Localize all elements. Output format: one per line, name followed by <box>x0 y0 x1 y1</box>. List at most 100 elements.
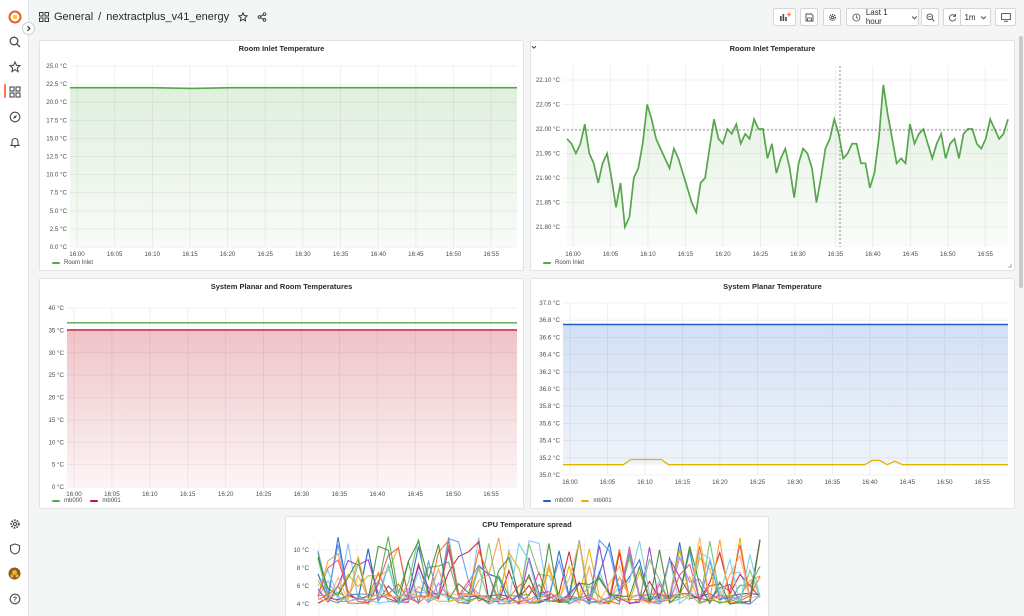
alerting-icon[interactable] <box>7 134 22 149</box>
y-tick-label: 21.90 °C <box>536 175 561 182</box>
x-tick-label: 16:15 <box>180 491 196 498</box>
refresh-icon <box>948 13 956 21</box>
y-tick-label: 0 °C <box>52 484 65 491</box>
y-tick-label: 25 °C <box>48 372 64 379</box>
y-tick-label: 21.80 °C <box>536 224 561 231</box>
graph-room-inlet: 25.0 °C 22.5 °C 20.0 °C 17.5 °C 15.0 °C 12.5 … <box>46 63 517 258</box>
y-tick-label: 25.0 °C <box>46 63 67 70</box>
legend-label: Room Inlet <box>555 260 585 266</box>
series-area <box>563 324 1008 465</box>
save-dashboard-button[interactable] <box>800 8 818 26</box>
y-tick-label: 35.8 °C <box>539 403 560 410</box>
legend-swatch <box>581 500 590 502</box>
legend: mb000 mb001 <box>52 498 129 504</box>
refresh-interval-picker[interactable]: 1m <box>960 8 991 26</box>
scrollbar-thumb[interactable] <box>1019 36 1023 288</box>
panel-room-inlet-temperature[interactable]: Room Inlet Temperature 25.0 °C 22.5 °C 20.… <box>39 40 524 271</box>
x-tick-label: 16:45 <box>903 251 919 258</box>
panel-system-planar-and-room-temperatures[interactable]: System Planar and Room Temperatures 40 °… <box>39 278 524 509</box>
legend-label: mb001 <box>102 498 121 504</box>
x-tick-label: 16:05 <box>104 491 120 498</box>
legend-item[interactable]: mb000 <box>543 498 573 504</box>
x-tick-label: 16:30 <box>295 251 311 258</box>
search-icon[interactable] <box>7 34 22 49</box>
chevron-down-icon <box>980 15 986 20</box>
clock-icon <box>852 13 861 21</box>
help-icon[interactable]: ? <box>7 591 22 606</box>
x-tick-label: 16:30 <box>294 491 310 498</box>
dashboards-icon <box>39 12 49 22</box>
x-tick-label: 16:20 <box>712 479 728 486</box>
y-tick-label: 40 °C <box>48 305 64 312</box>
dashboard-settings-button[interactable] <box>823 8 841 26</box>
panel-room-inlet-temperature-zoomed[interactable]: Room Inlet Temperature 22.10 °C 22.05 °C 2… <box>530 40 1015 271</box>
y-tick-label: 5 °C <box>52 462 65 469</box>
y-tick-label: 35.6 °C <box>539 420 560 427</box>
grafana-logo-icon[interactable] <box>7 9 22 24</box>
graph-system-planar: 37.0 °C 36.8 °C 36.6 °C 36.4 °C 36.2 °C 36.0 … <box>539 300 1008 486</box>
x-tick-label: 16:25 <box>750 479 766 486</box>
y-tick-label: 36.4 °C <box>539 352 560 359</box>
x-tick-label: 16:45 <box>408 251 424 258</box>
x-tick-label: 16:20 <box>218 491 234 498</box>
legend: Room Inlet <box>52 260 101 266</box>
x-tick-label: 16:35 <box>332 491 348 498</box>
y-tick-label: 2.5 °C <box>50 226 68 233</box>
y-tick-label: 36.0 °C <box>539 386 560 393</box>
y-tick-label: 35.2 °C <box>539 455 560 462</box>
y-tick-label: 8 °C <box>297 565 310 572</box>
breadcrumb-folder[interactable]: General <box>54 11 93 23</box>
avatar[interactable] <box>7 566 22 581</box>
resize-handle-icon[interactable] <box>1007 263 1013 269</box>
x-tick-label: 16:05 <box>603 251 619 258</box>
x-tick-label: 16:50 <box>446 251 462 258</box>
star-icon[interactable] <box>7 59 22 74</box>
x-tick-label: 16:35 <box>825 479 841 486</box>
shield-icon[interactable] <box>7 541 22 556</box>
x-tick-label: 16:10 <box>637 479 653 486</box>
time-range-picker[interactable]: Last 1 hour <box>846 8 919 26</box>
legend-item[interactable]: Room Inlet <box>52 260 93 266</box>
y-tick-label: 6 °C <box>297 583 310 590</box>
x-tick-label: 16:05 <box>107 251 123 258</box>
x-tick-label: 16:25 <box>753 251 769 258</box>
x-tick-label: 16:30 <box>787 479 803 486</box>
star-icon[interactable] <box>238 12 249 22</box>
y-tick-label: 12.5 °C <box>46 154 67 161</box>
series-area <box>67 329 517 487</box>
x-tick-label: 16:50 <box>445 491 461 498</box>
gear-icon[interactable] <box>7 516 22 531</box>
legend-item[interactable]: mb000 <box>52 498 82 504</box>
view-mode-button[interactable] <box>995 8 1016 26</box>
zoom-out-button[interactable] <box>921 8 939 26</box>
legend-item[interactable]: mb001 <box>90 498 121 504</box>
dashboard-title[interactable]: nextractplus_v41_energy <box>106 11 229 23</box>
x-tick-label: 16:00 <box>562 479 578 486</box>
breadcrumb-separator: / <box>98 11 102 23</box>
x-tick-label: 16:55 <box>483 491 499 498</box>
time-range-label: Last 1 hour <box>865 8 888 26</box>
active-indicator <box>4 84 6 98</box>
sidebar: ? <box>0 0 29 616</box>
series-area <box>70 87 517 247</box>
legend-swatch <box>52 262 60 264</box>
expand-sidebar-button[interactable] <box>22 22 35 35</box>
panel-cpu-temperature-spread[interactable]: CPU Temperature spread 10 °C 8 °C 6 °C 4 °C <box>285 516 769 616</box>
x-tick-label: 16:55 <box>975 479 991 486</box>
y-tick-label: 5.0 °C <box>50 208 68 215</box>
legend-item[interactable]: Room Inlet <box>543 260 584 266</box>
y-tick-label: 0.0 °C <box>50 244 68 251</box>
y-tick-label: 20.0 °C <box>46 99 67 106</box>
y-tick-label: 35 °C <box>48 327 64 334</box>
panel-system-planar-temperature[interactable]: System Planar Temperature 37.0 °C 36.8 °C… <box>530 278 1015 509</box>
add-panel-button[interactable] <box>773 8 796 26</box>
explore-icon[interactable] <box>7 109 22 124</box>
dashboards-icon[interactable] <box>7 84 22 99</box>
legend-item[interactable]: mb001 <box>581 498 612 504</box>
share-icon[interactable] <box>257 12 267 22</box>
refresh-button[interactable] <box>943 8 960 26</box>
x-tick-label: 16:50 <box>940 251 956 258</box>
x-tick-label: 16:45 <box>900 479 916 486</box>
y-tick-label: 21.95 °C <box>536 151 561 158</box>
y-tick-label: 37.0 °C <box>539 300 560 307</box>
